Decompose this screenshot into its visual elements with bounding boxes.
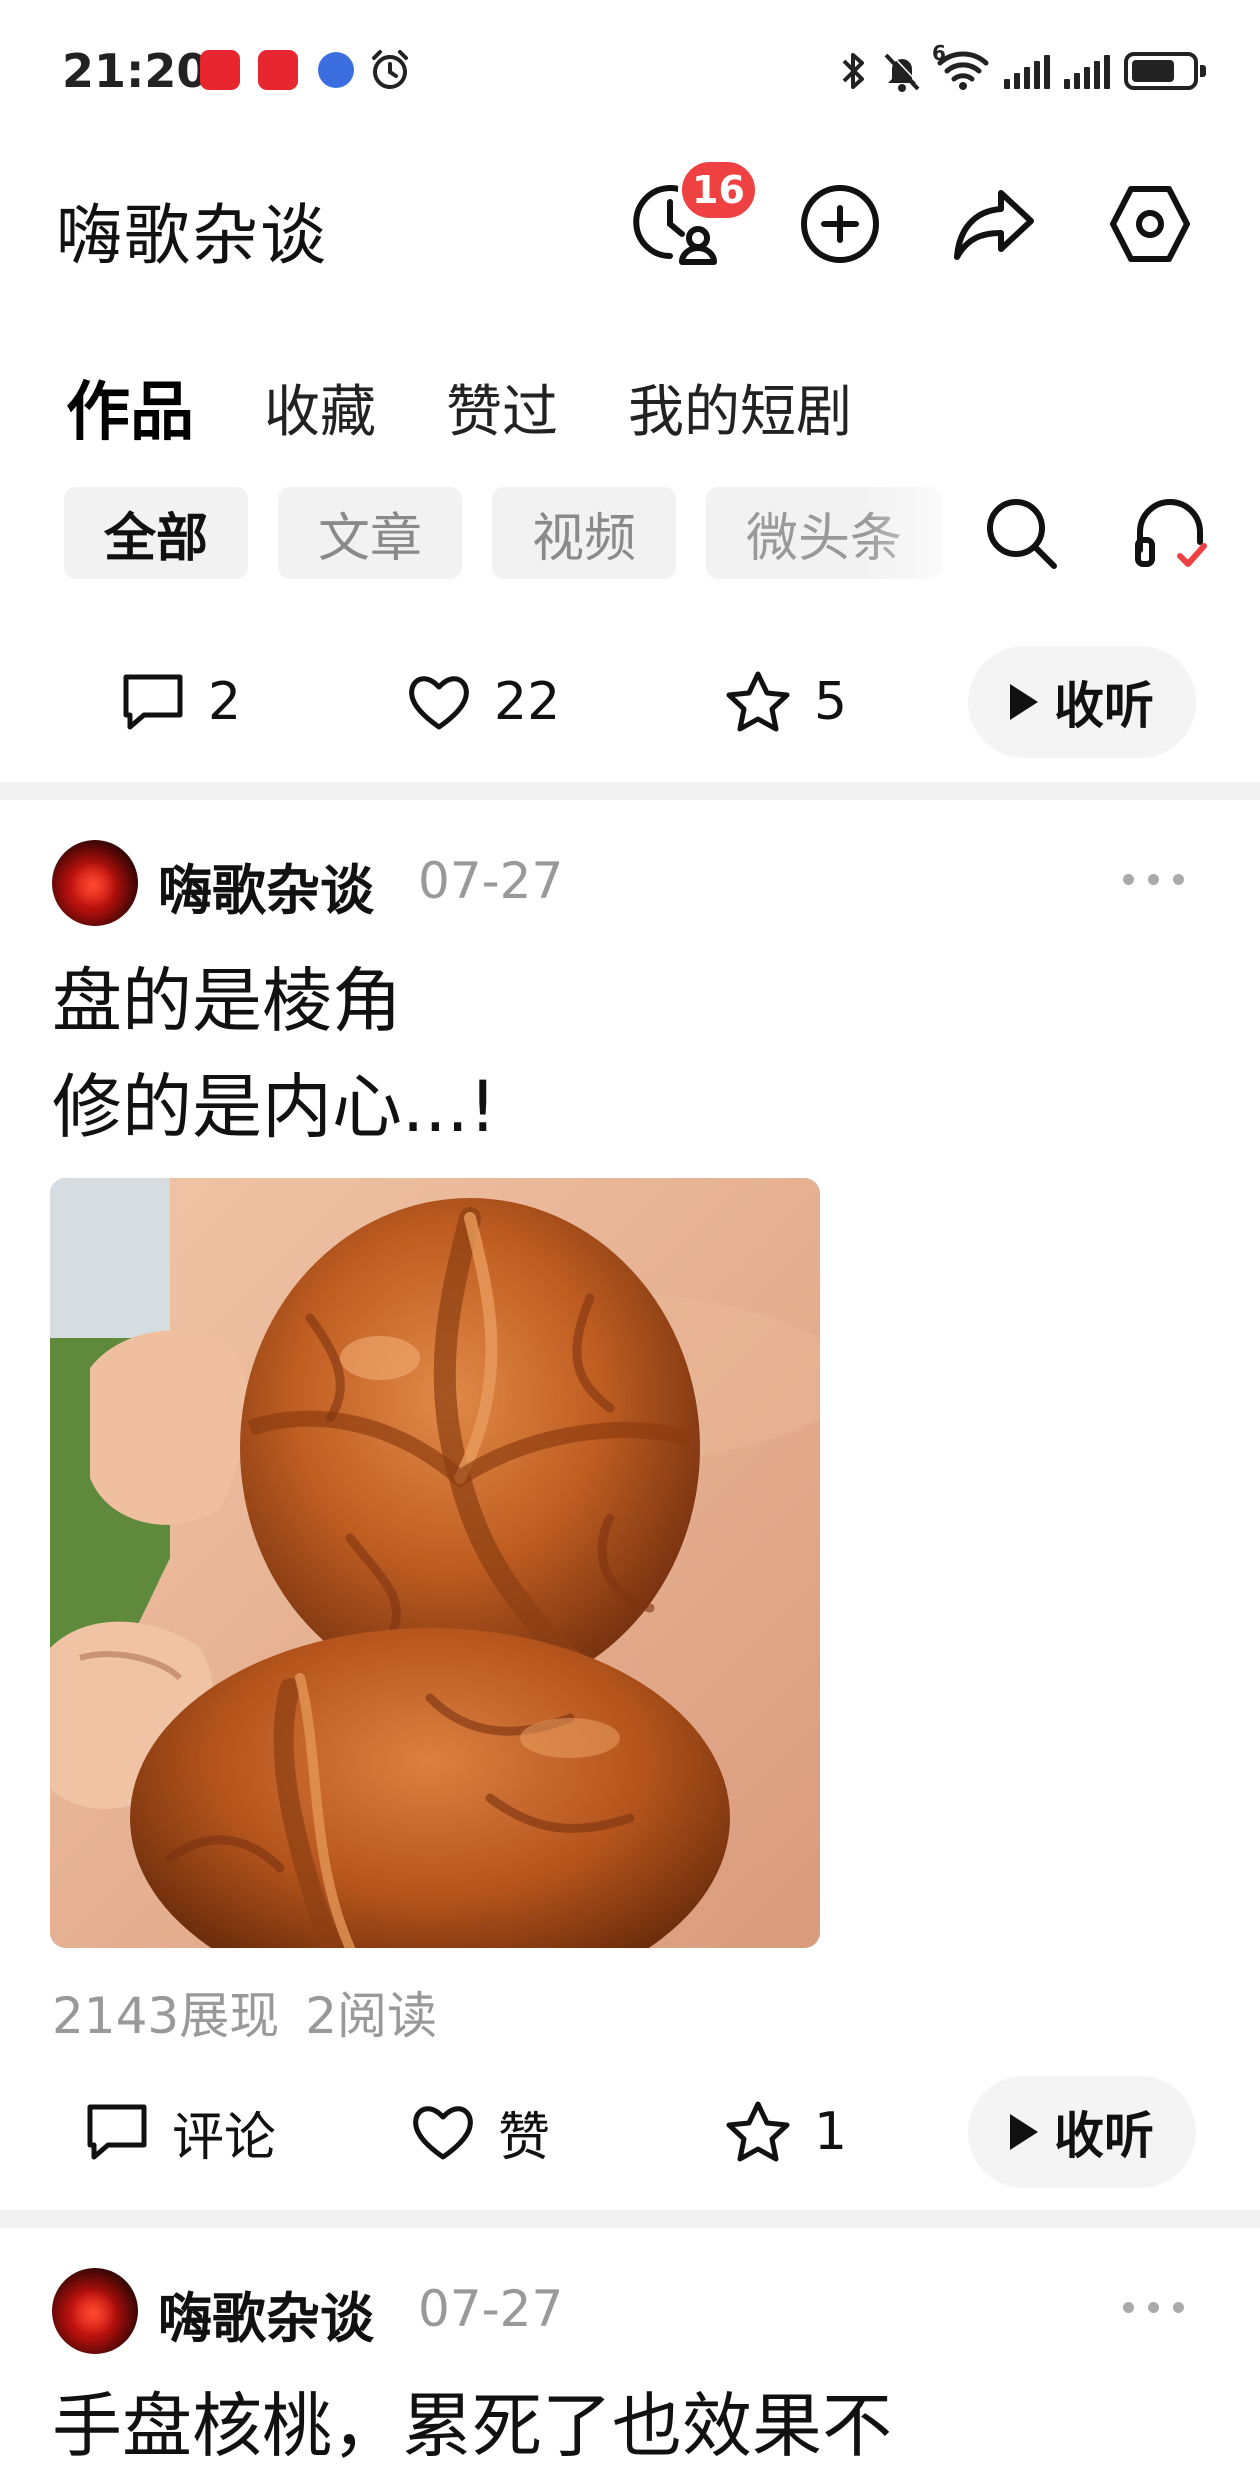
comment-label: 评论 (172, 2107, 277, 2168)
search-button[interactable] (972, 484, 1072, 584)
listen-button[interactable]: 收听 (968, 2076, 1196, 2188)
favorite-button[interactable]: 5 (724, 642, 847, 762)
status-indicators: 6 (838, 41, 1206, 95)
app-notification-icon (200, 50, 240, 90)
more-options-icon[interactable] (1123, 874, 1184, 885)
avatar[interactable] (52, 840, 138, 926)
like-count: 22 (494, 672, 561, 732)
tab-my-short-dramas[interactable]: 我的短剧 (628, 367, 852, 448)
chip-videos[interactable]: 视频 (492, 487, 677, 579)
post-divider (0, 782, 1260, 800)
heart-icon (413, 2106, 473, 2160)
like-label: 赞 (498, 2107, 551, 2168)
comment-icon (87, 2104, 147, 2160)
share-icon (954, 190, 1034, 260)
view-count: 2143展现 (52, 1987, 280, 2045)
signal-icon (1064, 53, 1110, 89)
status-bar: 21:20 6 (0, 0, 1260, 140)
avatar[interactable] (52, 2268, 138, 2354)
share-button[interactable] (944, 174, 1044, 274)
add-button[interactable] (790, 174, 890, 274)
page-title: 嗨歌杂谈 (56, 197, 328, 274)
more-options-icon[interactable] (1123, 2302, 1184, 2313)
wifi-indicator: 6 (932, 41, 990, 95)
status-time: 21:20 (62, 44, 209, 98)
chip-all[interactable]: 全部 (64, 487, 249, 579)
walnut-photo (50, 1178, 820, 1948)
play-icon (1010, 684, 1038, 720)
tab-favorites[interactable]: 收藏 (264, 367, 376, 448)
comment-button[interactable]: 2 (120, 642, 241, 762)
history-button[interactable]: 16 (624, 158, 759, 274)
like-button[interactable]: 22 (406, 642, 560, 762)
search-icon (987, 499, 1057, 569)
network-label: 6 (932, 41, 946, 65)
post-stats: 2143展现 2阅读 (52, 1976, 437, 2048)
tab-liked[interactable]: 赞过 (446, 367, 558, 448)
alarm-icon (372, 50, 408, 89)
favorite-count: 1 (814, 2102, 848, 2162)
post-text[interactable]: 手盘核桃，累死了也效果不 (52, 2370, 892, 2471)
listen-label: 收听 (1054, 677, 1154, 735)
chips-fade-overlay (864, 486, 984, 580)
post-divider (0, 2210, 1260, 2228)
settings-button[interactable] (1100, 174, 1200, 274)
history-badge: 16 (678, 158, 759, 222)
read-count: 2阅读 (305, 1987, 438, 2045)
signal-icon (1004, 53, 1050, 89)
post-date: 07-27 (418, 852, 564, 910)
tab-works[interactable]: 作品 (66, 361, 194, 453)
settings-icon (1110, 186, 1190, 262)
add-icon (801, 185, 879, 263)
post-author[interactable]: 嗨歌杂谈 (158, 846, 374, 925)
comment-button[interactable]: 评论 (84, 2072, 276, 2192)
headphones-check-icon (1135, 499, 1207, 567)
listen-label: 收听 (1054, 2107, 1154, 2165)
profile-header: 嗨歌杂谈 16 (0, 140, 1260, 310)
post-actions: 评论 赞 1 收听 (0, 2072, 1260, 2192)
post-header: 嗨歌杂谈 07-27 (0, 2268, 1260, 2368)
bluetooth-icon (842, 53, 864, 89)
filter-chips: 全部 文章 视频 微头条 (64, 486, 984, 580)
message-notification-icon (318, 52, 354, 88)
comment-count: 2 (208, 672, 242, 732)
post-author[interactable]: 嗨歌杂谈 (158, 2274, 374, 2353)
heart-icon (409, 676, 469, 730)
star-icon (726, 2101, 790, 2162)
play-icon (1010, 2114, 1038, 2150)
content-tabs: 作品 收藏 赞过 我的短剧 (66, 362, 852, 452)
like-button[interactable]: 赞 (410, 2072, 550, 2192)
star-icon (726, 671, 790, 732)
comment-icon (123, 674, 183, 730)
post-date: 07-27 (418, 2280, 564, 2338)
chip-articles[interactable]: 文章 (278, 487, 463, 579)
favorite-button[interactable]: 1 (724, 2072, 847, 2192)
post-image[interactable] (50, 1178, 820, 1948)
prev-post-actions: 2 22 5 收听 (0, 642, 1260, 762)
mute-bell-icon (884, 51, 922, 92)
listen-button[interactable]: 收听 (968, 646, 1196, 758)
battery-icon (1124, 52, 1206, 90)
listen-list-button[interactable] (1120, 484, 1220, 584)
post-text[interactable]: 盘的是棱角 修的是内心...! (52, 948, 497, 1160)
favorite-count: 5 (814, 672, 848, 732)
post-header: 嗨歌杂谈 07-27 (0, 840, 1260, 940)
app-notification-icon (258, 50, 298, 90)
